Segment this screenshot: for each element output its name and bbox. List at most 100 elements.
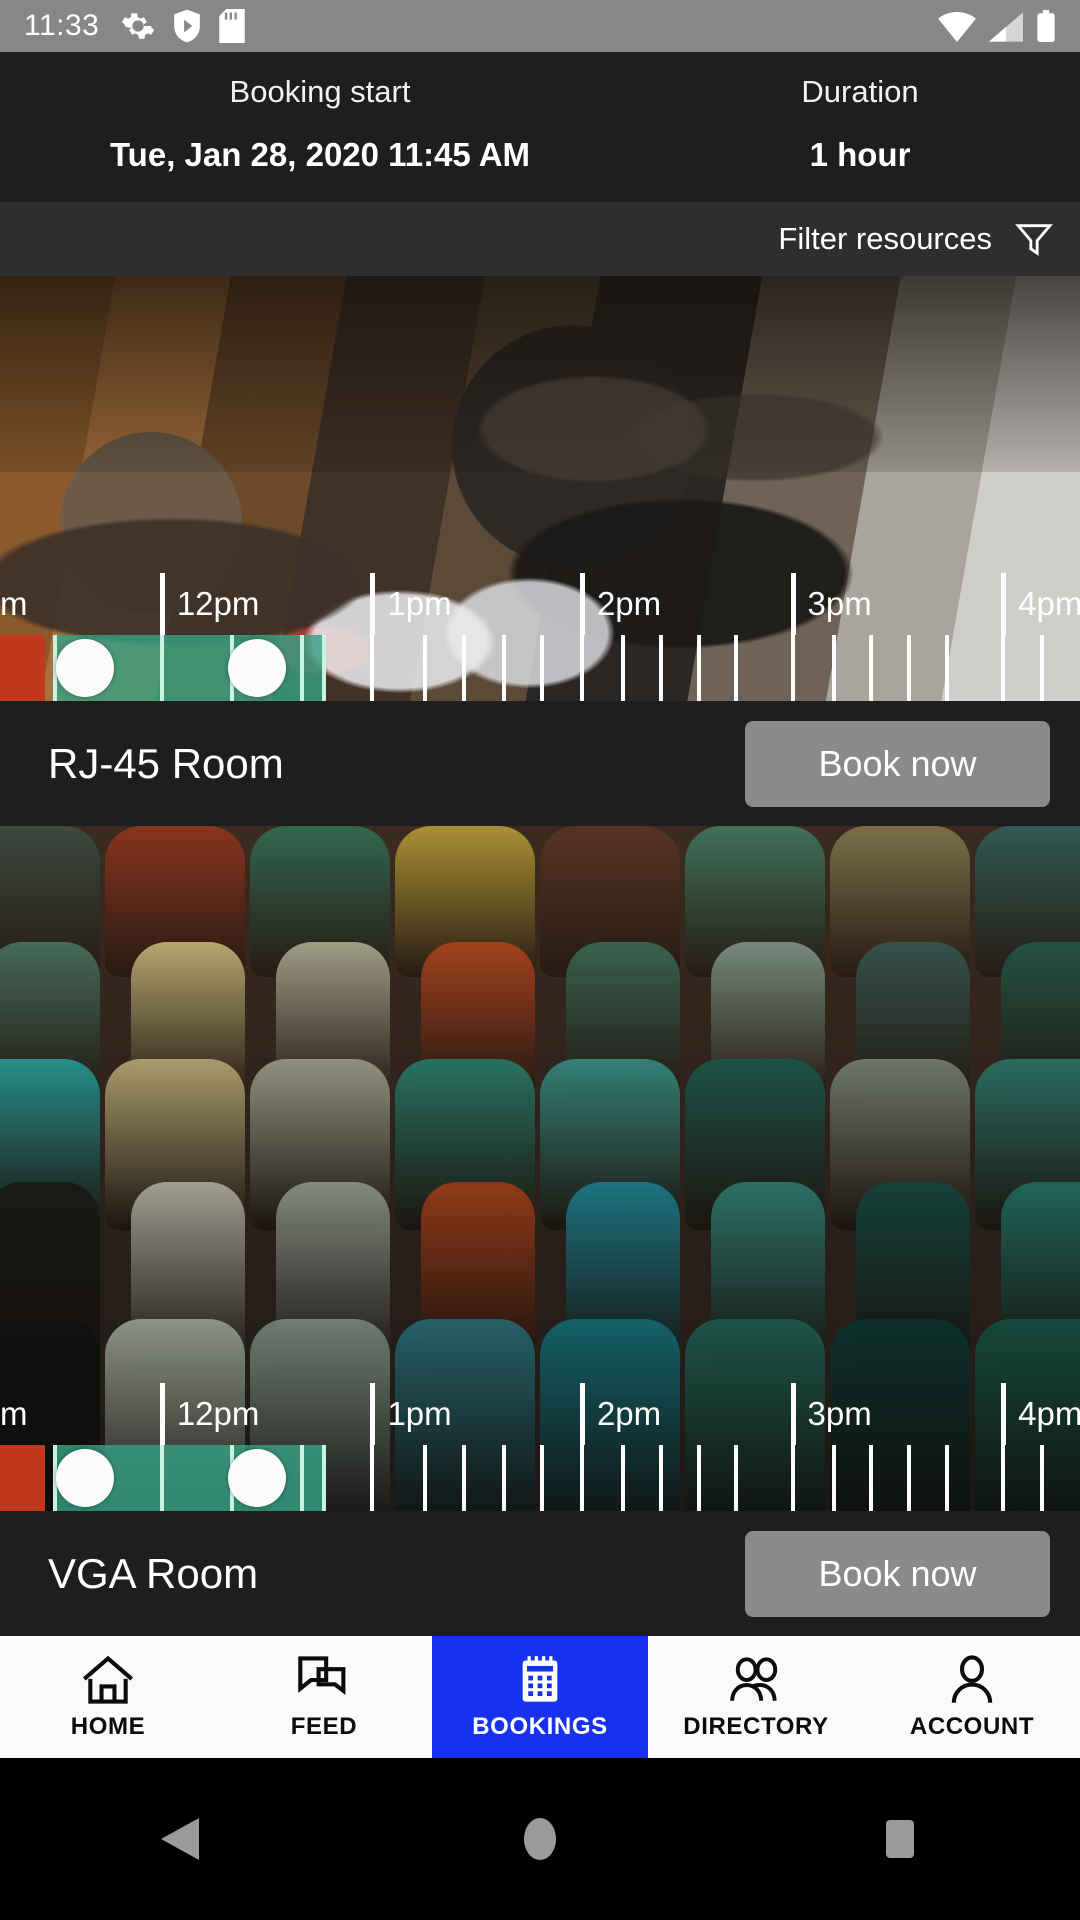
timeline-1[interactable]: m 12pm 1pm 2pm 3pm 4pm (0, 573, 1080, 701)
timeline-tick-label: 1pm (370, 573, 452, 635)
book-now-button[interactable]: Book now (745, 1530, 1050, 1617)
timeline-divider (945, 635, 949, 701)
timeline-divider (696, 1445, 701, 1511)
timeline-divider (734, 635, 739, 701)
resource-card[interactable]: m 12pm 1pm 2pm 3pm 4pm RJ-45 Room Book now (0, 276, 1080, 826)
resource-card[interactable]: m 12pm 1pm 2pm 3pm 4pm VGA Room Book now (0, 826, 1080, 1636)
back-button[interactable] (120, 1816, 240, 1862)
timeline-divider (831, 1445, 836, 1511)
wifi-icon (938, 12, 976, 42)
timeline-tick-label: m (0, 585, 28, 622)
duration-label: Duration (801, 74, 919, 109)
nav-label-bookings: BOOKINGS (472, 1712, 608, 1740)
timeline-divider (159, 1445, 164, 1511)
timeline-divider (869, 635, 874, 701)
home-button[interactable] (480, 1816, 600, 1862)
timeline-divider (370, 1445, 375, 1511)
recents-button[interactable] (840, 1816, 960, 1862)
nav-item-bookings[interactable]: BOOKINGS (432, 1636, 648, 1758)
nav-label-directory: DIRECTORY (683, 1712, 829, 1740)
timeline-divider (423, 1445, 428, 1511)
battery-icon (1037, 10, 1055, 42)
timeline-divider (658, 1445, 663, 1511)
filter-resources-label: Filter resources (778, 221, 992, 256)
timeline-2[interactable]: m 12pm 1pm 2pm 3pm 4pm (0, 1383, 1080, 1511)
timeline-tick-label: 12pm (159, 1383, 259, 1445)
timeline-busy-segment (0, 1445, 46, 1511)
timeline-track-2[interactable] (0, 1445, 1080, 1511)
timeline-divider (321, 1445, 326, 1511)
timeline-divider (300, 1445, 305, 1511)
signal-icon (989, 12, 1023, 42)
status-clock: 11:33 (24, 9, 100, 42)
timeline-divider (1001, 1445, 1006, 1511)
back-triangle-icon (161, 1818, 199, 1860)
timeline-divider (579, 1445, 584, 1511)
resource-photo: m 12pm 1pm 2pm 3pm 4pm (0, 276, 1080, 701)
nav-label-account: ACCOUNT (909, 1712, 1035, 1740)
timeline-divider (502, 635, 507, 701)
book-now-button[interactable]: Book now (745, 720, 1050, 807)
android-status-bar: 11:33 (0, 0, 1080, 52)
timeline-tick-label: 3pm (790, 573, 872, 635)
timeline-divider (462, 635, 467, 701)
status-right-icons (938, 10, 1056, 42)
timeline-tick-label: m (0, 1395, 28, 1432)
timeline-handle-start[interactable] (56, 639, 115, 697)
resource-footer: RJ-45 Room Book now (0, 701, 1080, 826)
timeline-tick-label: 12pm (159, 573, 259, 635)
timeline-divider (300, 635, 305, 701)
timeline-handle-end[interactable] (228, 639, 287, 697)
calendar-icon (522, 1655, 558, 1702)
timeline-divider (658, 635, 663, 701)
timeline-divider (621, 1445, 625, 1511)
timeline-handle-start[interactable] (56, 1449, 115, 1507)
timeline-busy-segment (0, 635, 46, 701)
timeline-divider (1040, 635, 1045, 701)
timeline-divider (540, 1445, 544, 1511)
shield-play-icon (174, 9, 201, 43)
resource-name: VGA Room (48, 1549, 259, 1597)
nav-item-home[interactable]: HOME (0, 1636, 216, 1758)
timeline-divider (696, 635, 701, 701)
nav-item-directory[interactable]: DIRECTORY (648, 1636, 864, 1758)
booking-start-value: Tue, Jan 28, 2020 11:45 AM (109, 136, 531, 173)
duration-field[interactable]: Duration 1 hour (640, 74, 1080, 174)
timeline-divider (869, 1445, 874, 1511)
duration-value: 1 hour (809, 136, 911, 173)
funnel-icon[interactable] (1014, 219, 1054, 259)
timeline-divider (502, 1445, 507, 1511)
timeline-divider (423, 635, 428, 701)
timeline-track-1[interactable] (0, 635, 1080, 701)
timeline-tick-label: 1pm (370, 1383, 452, 1445)
timeline-tick-label: 4pm (1001, 573, 1080, 635)
timeline-divider (790, 635, 795, 701)
timeline-divider (540, 635, 544, 701)
chat-bubbles-icon (298, 1655, 346, 1695)
timeline-divider (1040, 1445, 1045, 1511)
timeline-divider (159, 635, 164, 701)
nav-label-home: HOME (70, 1712, 146, 1740)
timeline-divider (1001, 635, 1006, 701)
filter-bar[interactable]: Filter resources (0, 202, 1080, 276)
bottom-navigation: HOME FEED BOOKINGS DIRECTORY ACCOUNT (0, 1636, 1080, 1758)
timeline-tick-label: 3pm (790, 1383, 872, 1445)
timeline-labels-2: m 12pm 1pm 2pm 3pm 4pm (0, 1383, 1080, 1445)
home-circle-icon (524, 1818, 556, 1860)
timeline-divider (321, 635, 326, 701)
nav-item-feed[interactable]: FEED (216, 1636, 432, 1758)
timeline-handle-end[interactable] (228, 1449, 287, 1507)
gear-icon (122, 13, 155, 39)
app-screen: 11:33 Booking start Tue, Jan 28, 2020 11… (0, 0, 1080, 1920)
timeline-divider (621, 635, 625, 701)
nav-item-account[interactable]: ACCOUNT (864, 1636, 1080, 1758)
timeline-divider (907, 1445, 912, 1511)
resource-name: RJ-45 Room (48, 739, 284, 787)
booking-start-field[interactable]: Booking start Tue, Jan 28, 2020 11:45 AM (0, 74, 640, 174)
resource-photo: m 12pm 1pm 2pm 3pm 4pm (0, 826, 1080, 1511)
recents-square-icon (886, 1820, 914, 1858)
person-icon (951, 1654, 993, 1703)
resource-footer: VGA Room Book now (0, 1511, 1080, 1636)
people-icon (730, 1656, 778, 1701)
status-left-icons (121, 9, 246, 43)
